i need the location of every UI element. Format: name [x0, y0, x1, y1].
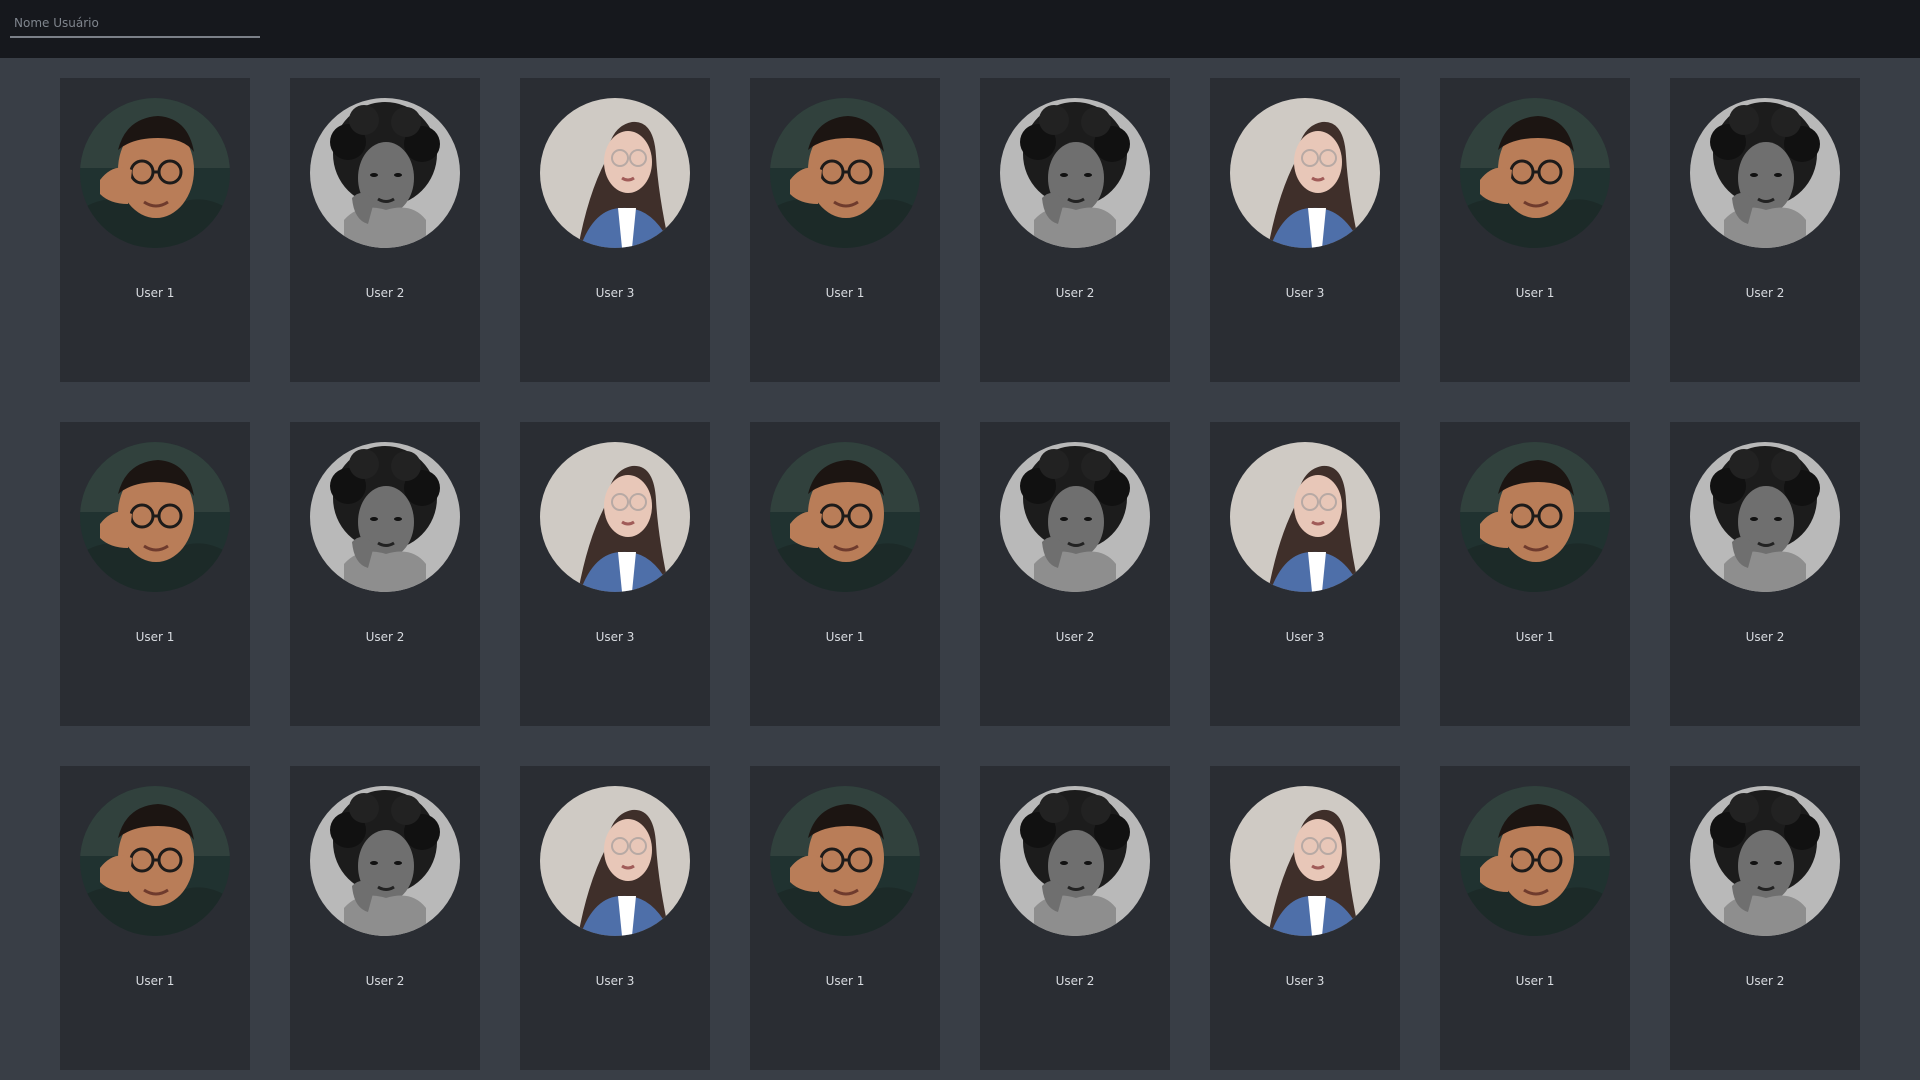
male-glasses-avatar — [770, 786, 920, 936]
male-glasses-avatar — [1460, 98, 1610, 248]
male-glasses-avatar — [1460, 786, 1610, 936]
user-card[interactable]: User 3 — [1210, 78, 1400, 382]
curly-hair-avatar — [1000, 98, 1150, 248]
long-hair-denim-avatar — [540, 442, 690, 592]
user-card[interactable]: User 3 — [520, 422, 710, 726]
user-name: User 1 — [1515, 630, 1555, 644]
curly-hair-avatar — [310, 442, 460, 592]
user-name: User 3 — [595, 630, 635, 644]
curly-hair-avatar — [1000, 442, 1150, 592]
user-name: User 1 — [1515, 974, 1555, 988]
curly-hair-avatar — [1690, 442, 1840, 592]
user-card[interactable]: User 1 — [1440, 766, 1630, 1070]
user-card[interactable]: User 2 — [290, 78, 480, 382]
user-name: User 2 — [1055, 974, 1095, 988]
male-glasses-avatar — [1460, 442, 1610, 592]
user-name: User 2 — [1055, 630, 1095, 644]
user-name: User 2 — [1745, 630, 1785, 644]
user-card[interactable]: User 2 — [290, 422, 480, 726]
user-card[interactable]: User 1 — [60, 766, 250, 1070]
user-name: User 3 — [1285, 974, 1325, 988]
user-name: User 3 — [1285, 286, 1325, 300]
user-card[interactable]: User 1 — [1440, 78, 1630, 382]
user-name: User 3 — [1285, 630, 1325, 644]
user-name: User 1 — [135, 974, 175, 988]
curly-hair-avatar — [1000, 786, 1150, 936]
user-card[interactable]: User 2 — [1670, 766, 1860, 1070]
male-glasses-avatar — [80, 98, 230, 248]
user-card-grid: User 1 User 2 User 3 User 1 User 2 User … — [60, 78, 1860, 1080]
user-name: User 1 — [825, 630, 865, 644]
long-hair-denim-avatar — [1230, 442, 1380, 592]
curly-hair-avatar — [310, 98, 460, 248]
user-card[interactable]: User 1 — [750, 422, 940, 726]
user-card[interactable]: User 2 — [980, 766, 1170, 1070]
male-glasses-avatar — [770, 98, 920, 248]
long-hair-denim-avatar — [540, 786, 690, 936]
curly-hair-avatar — [1690, 786, 1840, 936]
curly-hair-avatar — [1690, 98, 1840, 248]
user-card[interactable]: User 2 — [1670, 422, 1860, 726]
user-name: User 1 — [825, 286, 865, 300]
top-bar — [0, 0, 1920, 58]
user-name: User 3 — [595, 974, 635, 988]
user-card[interactable]: User 2 — [1670, 78, 1860, 382]
user-name: User 2 — [365, 974, 405, 988]
user-name: User 1 — [135, 630, 175, 644]
long-hair-denim-avatar — [1230, 786, 1380, 936]
user-card[interactable]: User 3 — [1210, 422, 1400, 726]
curly-hair-avatar — [310, 786, 460, 936]
user-card[interactable]: User 1 — [60, 78, 250, 382]
search-input[interactable] — [14, 14, 254, 32]
user-card[interactable]: User 1 — [750, 766, 940, 1070]
user-name: User 2 — [1745, 974, 1785, 988]
user-card[interactable]: User 2 — [980, 78, 1170, 382]
user-name: User 2 — [1055, 286, 1095, 300]
male-glasses-avatar — [770, 442, 920, 592]
user-name: User 1 — [825, 974, 865, 988]
male-glasses-avatar — [80, 786, 230, 936]
user-card[interactable]: User 3 — [520, 78, 710, 382]
user-card[interactable]: User 1 — [1440, 422, 1630, 726]
user-name: User 1 — [135, 286, 175, 300]
long-hair-denim-avatar — [540, 98, 690, 248]
user-name: User 2 — [365, 286, 405, 300]
search-field — [10, 10, 260, 38]
user-name: User 2 — [1745, 286, 1785, 300]
user-card[interactable]: User 2 — [980, 422, 1170, 726]
user-card[interactable]: User 1 — [750, 78, 940, 382]
user-card[interactable]: User 2 — [290, 766, 480, 1070]
user-card[interactable]: User 3 — [1210, 766, 1400, 1070]
user-name: User 2 — [365, 630, 405, 644]
user-card[interactable]: User 1 — [60, 422, 250, 726]
long-hair-denim-avatar — [1230, 98, 1380, 248]
user-name: User 1 — [1515, 286, 1555, 300]
male-glasses-avatar — [80, 442, 230, 592]
user-card[interactable]: User 3 — [520, 766, 710, 1070]
user-name: User 3 — [595, 286, 635, 300]
